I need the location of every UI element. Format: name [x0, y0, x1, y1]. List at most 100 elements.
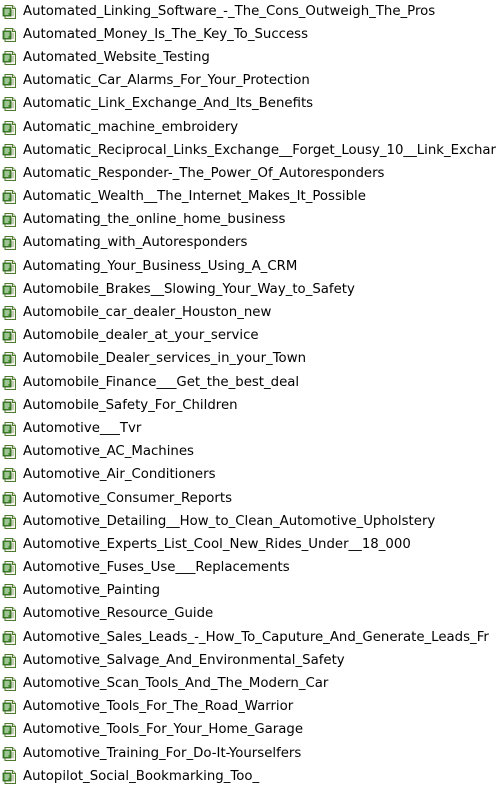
file-list-item[interactable]: Automobile_car_dealer_Houston_new — [0, 301, 500, 324]
file-name-label: Automotive_Sales_Leads_-_How_To_Caputure… — [23, 629, 489, 645]
text-document-icon — [2, 398, 18, 414]
file-name-label: Automotive___Tvr — [23, 420, 142, 436]
file-list-item[interactable]: Automating_with_Autoresponders — [0, 232, 500, 255]
file-name-label: Automating_with_Autoresponders — [23, 235, 248, 251]
file-name-label: Automated_Website_Testing — [23, 49, 210, 65]
file-list-item[interactable]: Automated_Money_Is_The_Key_To_Success — [0, 23, 500, 46]
file-list-item[interactable]: Automotive_Tools_For_Your_Home_Garage — [0, 719, 500, 742]
file-name-label: Automatic_machine_embroidery — [23, 119, 239, 135]
file-name-label: Automobile_car_dealer_Houston_new — [23, 305, 272, 321]
file-list-item[interactable]: Automotive_Tools_For_The_Road_Warrior — [0, 696, 500, 719]
text-document-icon — [2, 630, 18, 646]
text-document-icon — [2, 676, 18, 692]
text-document-icon — [2, 235, 18, 251]
text-document-icon — [2, 444, 18, 460]
file-list-item[interactable]: Automotive_Air_Conditioners — [0, 464, 500, 487]
file-name-label: Automotive_Consumer_Reports — [23, 490, 233, 506]
text-document-icon — [2, 328, 18, 344]
text-document-icon — [2, 467, 18, 483]
file-name-label: Automotive_Tools_For_The_Road_Warrior — [23, 699, 294, 715]
file-name-label: Automatic_Responder-_The_Power_Of_Autore… — [23, 165, 385, 181]
text-document-icon — [2, 514, 18, 530]
text-document-icon — [2, 491, 18, 507]
file-list-item[interactable]: Automotive_Painting — [0, 580, 500, 603]
file-name-label: Automotive_AC_Machines — [23, 444, 194, 460]
file-list-item[interactable]: Automatic_Car_Alarms_For_Your_Protection — [0, 70, 500, 93]
file-name-label: Autopilot_Social_Bookmarking_Too_ — [23, 768, 260, 784]
text-document-icon — [2, 259, 18, 275]
file-name-label: Automating_Your_Business_Using_A_CRM — [23, 258, 298, 274]
text-document-icon — [2, 537, 18, 553]
file-name-label: Automotive_Painting — [23, 583, 161, 599]
file-name-label: Automotive_Experts_List_Cool_New_Rides_U… — [23, 536, 411, 552]
file-list-item[interactable]: Automotive_Fuses_Use___Replacements — [0, 557, 500, 580]
file-list-item[interactable]: Automotive_Training_For_Do-It-Yourselfer… — [0, 742, 500, 765]
file-name-label: Automobile_Finance___Get_the_best_deal — [23, 374, 300, 390]
file-name-label: Automotive_Salvage_And_Environmental_Saf… — [23, 652, 345, 668]
file-list-item[interactable]: Automotive_Resource_Guide — [0, 603, 500, 626]
file-list-item[interactable]: Automatic_machine_embroidery — [0, 116, 500, 139]
file-list-item[interactable]: Automobile_Finance___Get_the_best_deal — [0, 371, 500, 394]
text-document-icon — [2, 50, 18, 66]
file-name-label: Automated_Linking_Software_-_The_Cons_Ou… — [23, 3, 436, 19]
file-name-label: Automotive_Detailing__How_to_Clean_Autom… — [23, 513, 436, 529]
file-list-item[interactable]: Automotive_Detailing__How_to_Clean_Autom… — [0, 510, 500, 533]
text-document-icon — [2, 699, 18, 715]
file-list-item[interactable]: Automotive_Consumer_Reports — [0, 487, 500, 510]
file-list-item[interactable]: Automatic_Responder-_The_Power_Of_Autore… — [0, 162, 500, 185]
file-list-item[interactable]: Automating_the_online_home_business — [0, 209, 500, 232]
file-name-label: Automobile_Dealer_services_in_your_Town — [23, 351, 306, 367]
text-document-icon — [2, 73, 18, 89]
text-document-icon — [2, 166, 18, 182]
text-document-icon — [2, 212, 18, 228]
file-name-label: Automatic_Reciprocal_Links_Exchange__For… — [23, 142, 496, 158]
text-document-icon — [2, 120, 18, 136]
file-name-label: Automating_the_online_home_business — [23, 212, 286, 228]
file-list-item[interactable]: Automatic_Wealth__The_Internet_Makes_It_… — [0, 186, 500, 209]
file-list-item[interactable]: Automatic_Reciprocal_Links_Exchange__For… — [0, 139, 500, 162]
file-name-label: Automotive_Air_Conditioners — [23, 467, 216, 483]
text-document-icon — [2, 351, 18, 367]
file-list-item[interactable]: Automotive___Tvr — [0, 417, 500, 440]
file-name-label: Automobile_dealer_at_your_service — [23, 328, 259, 344]
file-list-item[interactable]: Automotive_Sales_Leads_-_How_To_Caputure… — [0, 626, 500, 649]
text-document-icon — [2, 746, 18, 762]
text-document-icon — [2, 583, 18, 599]
file-list-item[interactable]: Automobile_Brakes__Slowing_Your_Way_to_S… — [0, 278, 500, 301]
file-name-label: Automobile_Safety_For_Children — [23, 397, 238, 413]
file-list: Automated_Linking_Software_-_The_Cons_Ou… — [0, 0, 500, 791]
file-list-item[interactable]: Automotive_Scan_Tools_And_The_Modern_Car — [0, 672, 500, 695]
file-name-label: Automated_Money_Is_The_Key_To_Success — [23, 26, 308, 42]
file-list-item[interactable]: Automobile_Safety_For_Children — [0, 394, 500, 417]
text-document-icon — [2, 769, 18, 785]
text-document-icon — [2, 653, 18, 669]
file-name-label: Automotive_Tools_For_Your_Home_Garage — [23, 722, 304, 738]
text-document-icon — [2, 305, 18, 321]
file-name-label: Automatic_Link_Exchange_And_Its_Benefits — [23, 96, 314, 112]
text-document-icon — [2, 722, 18, 738]
file-name-label: Automotive_Fuses_Use___Replacements — [23, 560, 290, 576]
text-document-icon — [2, 421, 18, 437]
file-list-item[interactable]: Automatic_Link_Exchange_And_Its_Benefits — [0, 93, 500, 116]
text-document-icon — [2, 560, 18, 576]
text-document-icon — [2, 189, 18, 205]
file-name-label: Automobile_Brakes__Slowing_Your_Way_to_S… — [23, 281, 355, 297]
file-list-item[interactable]: Automobile_Dealer_services_in_your_Town — [0, 348, 500, 371]
file-name-label: Automotive_Resource_Guide — [23, 606, 214, 622]
file-name-label: Automatic_Wealth__The_Internet_Makes_It_… — [23, 189, 366, 205]
file-list-item[interactable]: Automated_Website_Testing — [0, 46, 500, 69]
file-name-label: Automatic_Car_Alarms_For_Your_Protection — [23, 73, 310, 89]
file-list-item[interactable]: Automotive_Salvage_And_Environmental_Saf… — [0, 649, 500, 672]
text-document-icon — [2, 4, 18, 20]
text-document-icon — [2, 27, 18, 43]
text-document-icon — [2, 375, 18, 391]
file-name-label: Automotive_Scan_Tools_And_The_Modern_Car — [23, 676, 329, 692]
file-list-item[interactable]: Autopilot_Social_Bookmarking_Too_ — [0, 765, 500, 788]
file-list-item[interactable]: Automotive_AC_Machines — [0, 441, 500, 464]
file-list-item[interactable]: Automobile_dealer_at_your_service — [0, 325, 500, 348]
file-list-item[interactable]: Automotive_Experts_List_Cool_New_Rides_U… — [0, 533, 500, 556]
file-list-item[interactable]: Automating_Your_Business_Using_A_CRM — [0, 255, 500, 278]
text-document-icon — [2, 96, 18, 112]
file-list-item[interactable]: Automated_Linking_Software_-_The_Cons_Ou… — [0, 0, 500, 23]
text-document-icon — [2, 606, 18, 622]
